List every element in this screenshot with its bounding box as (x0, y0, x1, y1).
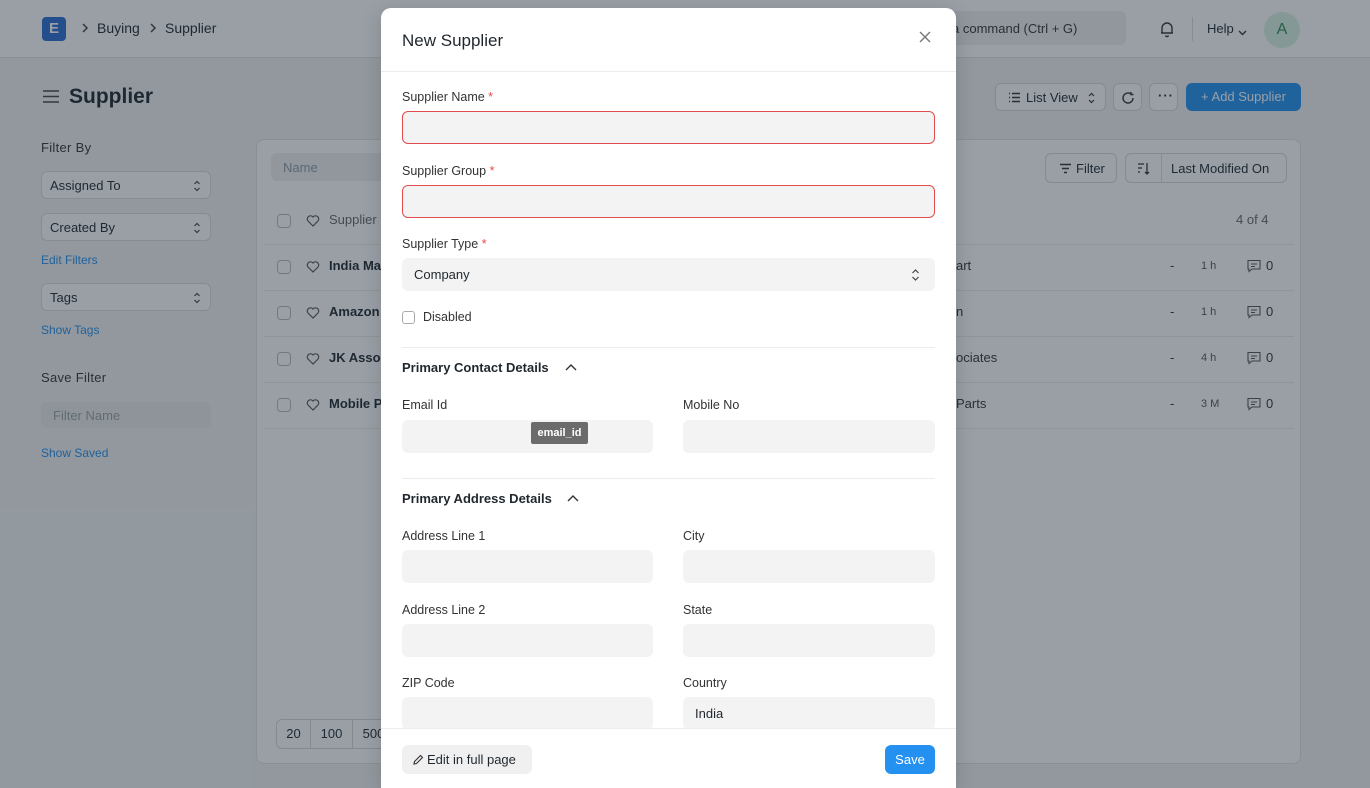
supplier-type-label-text: Supplier Type (402, 237, 479, 251)
supplier-name-input[interactable] (402, 111, 935, 144)
disabled-label: Disabled (423, 310, 472, 324)
country-label: Country (683, 676, 727, 690)
field-name-tooltip: email_id (531, 422, 588, 444)
address-line-2-input[interactable] (402, 624, 653, 657)
supplier-group-input[interactable] (402, 185, 935, 218)
supplier-type-value: Company (414, 267, 470, 282)
supplier-name-label-text: Supplier Name (402, 90, 485, 104)
primary-contact-section-title[interactable]: Primary Contact Details (402, 360, 549, 375)
dialog-title: New Supplier (402, 31, 504, 50)
state-input[interactable] (683, 624, 935, 657)
supplier-name-label: Supplier Name * (402, 90, 493, 104)
select-arrows-icon (912, 269, 919, 281)
supplier-type-label: Supplier Type * (402, 237, 487, 251)
required-mark: * (488, 90, 494, 104)
address-line-1-label: Address Line 1 (402, 529, 486, 543)
section-divider (402, 347, 935, 348)
supplier-group-label: Supplier Group * (402, 164, 494, 178)
supplier-group-label-text: Supplier Group (402, 164, 487, 178)
chevron-up-icon[interactable] (565, 363, 577, 371)
dialog-header: New Supplier (381, 8, 956, 72)
mobile-no-input[interactable] (683, 420, 935, 453)
zip-code-input[interactable] (402, 697, 653, 730)
primary-address-section-title[interactable]: Primary Address Details (402, 491, 552, 506)
close-icon[interactable] (917, 29, 933, 45)
dialog-footer: Edit in full page Save (381, 728, 956, 788)
required-mark: * (481, 237, 487, 251)
city-input[interactable] (683, 550, 935, 583)
new-supplier-dialog: New Supplier Supplier Name * Supplier Gr… (381, 8, 956, 788)
state-label: State (683, 603, 713, 617)
chevron-up-icon[interactable] (567, 494, 579, 502)
country-value: India (695, 706, 724, 721)
mobile-no-label: Mobile No (683, 398, 740, 412)
save-button[interactable]: Save (885, 745, 935, 774)
supplier-type-select[interactable]: Company (402, 258, 935, 291)
disabled-checkbox[interactable] (402, 311, 415, 324)
address-line-1-input[interactable] (402, 550, 653, 583)
edit-in-full-page-button[interactable]: Edit in full page (402, 745, 532, 774)
city-label: City (683, 529, 705, 543)
email-id-input[interactable] (402, 420, 653, 453)
required-mark: * (489, 164, 495, 178)
email-id-label: Email Id (402, 398, 448, 412)
country-input[interactable]: India (683, 697, 935, 730)
edit-in-full-page-label: Edit in full page (427, 752, 516, 767)
zip-code-label: ZIP Code (402, 676, 455, 690)
section-divider (402, 478, 935, 479)
address-line-2-label: Address Line 2 (402, 603, 486, 617)
pencil-icon (413, 754, 424, 765)
